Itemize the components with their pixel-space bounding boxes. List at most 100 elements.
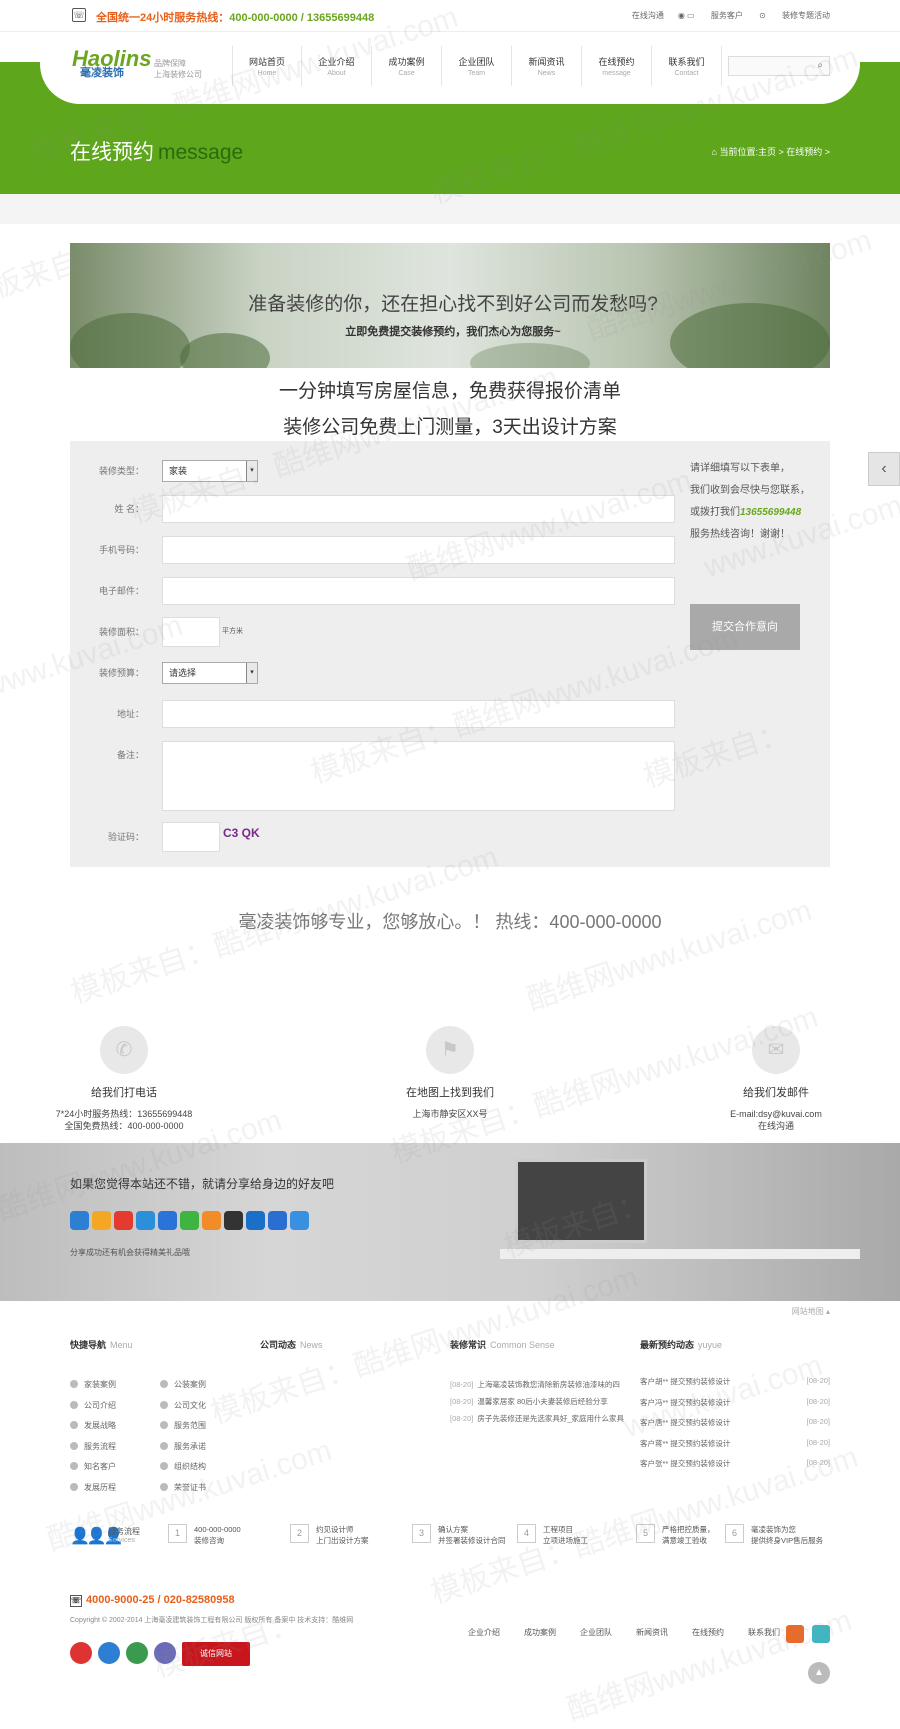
quick-nav-item[interactable]: 公装案例 (160, 1379, 206, 1390)
quick-nav-item[interactable]: 发展历程 (70, 1482, 116, 1493)
sitemap-link[interactable]: 网站地图 ▴ (792, 1306, 830, 1317)
email-label: 电子邮件： (98, 586, 144, 596)
logo-cn: 毫凌装饰 (80, 67, 124, 79)
booking-item[interactable]: 客户蒋** 提交预约装修设计 [08-20] (640, 1438, 830, 1449)
quick-nav-item[interactable]: 荣誉证书 (160, 1482, 206, 1493)
flow-step: 5 严格把控质量， 满意竣工验收 (636, 1524, 715, 1546)
contact-map: ⚑ 在地图上找到我们 上海市静安区XX号 (350, 1026, 550, 1120)
nav-item-about[interactable]: 企业介绍 About (302, 46, 372, 86)
decor-topics-link[interactable]: ⊙ 装修专题活动 (759, 11, 830, 20)
headline-1: 一分钟填写房屋信息，免费获得报价清单 (278, 381, 621, 402)
remark-label: 备注： (116, 750, 144, 760)
name-label: 姓 名： (114, 504, 144, 514)
nav-item-team[interactable]: 企业团队 Team (442, 46, 512, 86)
chat-icon[interactable]: ◉ ▭ (678, 11, 695, 20)
nav-item-news[interactable]: 新闻资讯 News (512, 46, 582, 86)
news-item[interactable]: [08-20] 上海毫凌装饰教您清除新房装修油漆味的四 (450, 1379, 638, 1390)
area-field[interactable] (162, 617, 220, 647)
bottom-link[interactable]: 企业介绍 (468, 1628, 500, 1637)
service-clients-link[interactable]: 服务客户 (711, 11, 743, 20)
bottom-link[interactable]: 成功案例 (524, 1628, 556, 1637)
online-chat-link[interactable]: 在线沟通 (676, 1120, 876, 1132)
share-renren-icon[interactable] (158, 1211, 177, 1230)
quick-nav-item[interactable]: 知名客户 (70, 1461, 116, 1472)
quick-nav-item[interactable]: 服务承诺 (160, 1441, 206, 1452)
back-to-top-icon[interactable]: ▲ (808, 1662, 830, 1684)
share-download-icon[interactable] (268, 1211, 287, 1230)
phone-icon: ✆ (100, 1026, 148, 1074)
booking-item[interactable]: 客户唐** 提交预约装修设计 [08-20] (640, 1417, 830, 1428)
page-title: 在线预约 message (70, 141, 244, 164)
quick-nav-item[interactable]: 公司介绍 (70, 1400, 116, 1411)
shield-badge-icon[interactable] (98, 1642, 120, 1664)
booking-item[interactable]: 客户冯** 提交预约装修设计 [08-20] (640, 1397, 830, 1408)
chevron-down-icon: ▾ (246, 461, 257, 481)
bottom-link[interactable]: 联系我们 (748, 1628, 780, 1637)
quick-nav-item[interactable]: 公司文化 (160, 1400, 206, 1411)
share-douban-icon[interactable] (246, 1211, 265, 1230)
service-flow: 👤👤👤 服务流程 Services 1 400-000-0000 装修咨询 2 约见设计师… (70, 1524, 824, 1546)
green-badge-icon[interactable] (126, 1642, 148, 1664)
assurance-text: 毫凌装饰够专业，您够放心。！ 热线：400-000-0000 (238, 912, 662, 932)
type-row: 装修类型： 家装 ▾ (70, 457, 670, 485)
quick-nav-item[interactable]: 组织结构 (160, 1461, 206, 1472)
quick-nav-item[interactable]: 发展战略 (70, 1420, 116, 1431)
contact-phone: ✆ 给我们打电话 7*24小时服务热线：13655699448 全国免费热线：40… (24, 1026, 224, 1132)
quick-nav-item[interactable]: 服务范围 (160, 1420, 206, 1431)
share-qzone-icon[interactable] (92, 1211, 111, 1230)
address-field[interactable] (162, 700, 675, 728)
share-kaixin-icon[interactable] (202, 1211, 221, 1230)
contact-email: ✉ 给我们发邮件 E-mail:dsy@kuvai.com 在线沟通 (676, 1026, 876, 1132)
share-weibo-icon[interactable] (114, 1211, 133, 1230)
captcha-field[interactable] (162, 822, 220, 852)
online-chat-link[interactable]: 在线沟通 (632, 11, 664, 20)
captcha-image[interactable]: C3 QK (223, 826, 260, 840)
share-note: 分享成功还有机会获得精美礼品哦 (70, 1248, 190, 1257)
footer-phones: ☏ 4000-9000-25 / 020-82580958 (70, 1594, 235, 1607)
name-field[interactable] (162, 495, 675, 523)
booking-item[interactable]: 客户胡** 提交预约装修设计 [08-20] (640, 1376, 830, 1387)
news-item[interactable]: [08-20] 房子先装修还是先选家具好_家庭用什么家具 (450, 1413, 638, 1424)
share-tencent-icon[interactable] (136, 1211, 155, 1230)
bottom-link[interactable]: 在线预约 (692, 1628, 724, 1637)
area-unit: 平方米 (222, 628, 243, 635)
share-band: 如果您觉得本站还不错，就请分享给身边的好友吧 分享成功还有机会获得精美礼品哦 (0, 1143, 900, 1301)
tencent-weibo-icon[interactable] (812, 1625, 830, 1643)
booking-item[interactable]: 客户张** 提交预约装修设计 [08-20] (640, 1458, 830, 1469)
banner-headline: 准备装修的你，还在担心找不到好公司而发愁吗? (248, 294, 658, 315)
share-doc-icon[interactable] (290, 1211, 309, 1230)
type-select[interactable]: 家装 ▾ (162, 460, 258, 482)
banner-subline: 立即免费提交装修预约，我们杰心为您服务~ (345, 326, 561, 338)
weibo-icon[interactable] (786, 1625, 804, 1643)
trust-site-badge[interactable]: 诚信网站 (182, 1642, 250, 1666)
captcha-label: 验证码： (107, 832, 144, 842)
share-prompt: 如果您觉得本站还不错，就请分享给身边的好友吧 (70, 1177, 335, 1191)
bottom-link[interactable]: 新闻资讯 (636, 1628, 668, 1637)
nav-item-home[interactable]: 网站首页 Home (232, 46, 302, 86)
nav-item-message[interactable]: 在线预约 message (582, 46, 652, 86)
share-wechat-icon[interactable] (180, 1211, 199, 1230)
breadcrumb: ⌂ 当前位置:主页 > 在线预约 > (711, 147, 830, 157)
budget-select[interactable]: 请选择 ▾ (162, 662, 258, 684)
share-more-icon[interactable] (70, 1211, 89, 1230)
chevron-left-icon[interactable]: ‹ (868, 452, 900, 486)
phone-field[interactable] (162, 536, 675, 564)
submit-button[interactable]: 提交合作意向 (690, 604, 800, 650)
flag-icon: ⚑ (426, 1026, 474, 1074)
nav-item-contact[interactable]: 联系我们 Contact (652, 46, 722, 86)
headline-2: 装修公司免费上门测量，3天出设计方案 (283, 417, 617, 438)
nav-item-case[interactable]: 成功案例 Case (372, 46, 442, 86)
search-icon[interactable]: ⌕ (817, 60, 823, 71)
bottom-link[interactable]: 企业团队 (580, 1628, 612, 1637)
quick-nav-item[interactable]: 服务流程 (70, 1441, 116, 1452)
form-side-note: 请详细填写以下表单， 我们收到会尽快与您联系， 或拨打我们13655699448… (690, 463, 810, 540)
news-item[interactable]: [08-20] 温馨家居家 80后小夫妻装修后经验分享 (450, 1396, 638, 1407)
flow-step: 6 毫凌装饰为您 提供终身VIP售后服务 (725, 1524, 823, 1546)
remark-textarea[interactable] (162, 741, 675, 811)
share-qq-icon[interactable] (224, 1211, 243, 1230)
quick-nav-item[interactable]: 家装案例 (70, 1379, 116, 1390)
police-badge-icon[interactable] (70, 1642, 92, 1664)
search-input[interactable]: ⌕ (728, 56, 830, 76)
email-field[interactable] (162, 577, 675, 605)
verify-badge-icon[interactable] (154, 1642, 176, 1664)
